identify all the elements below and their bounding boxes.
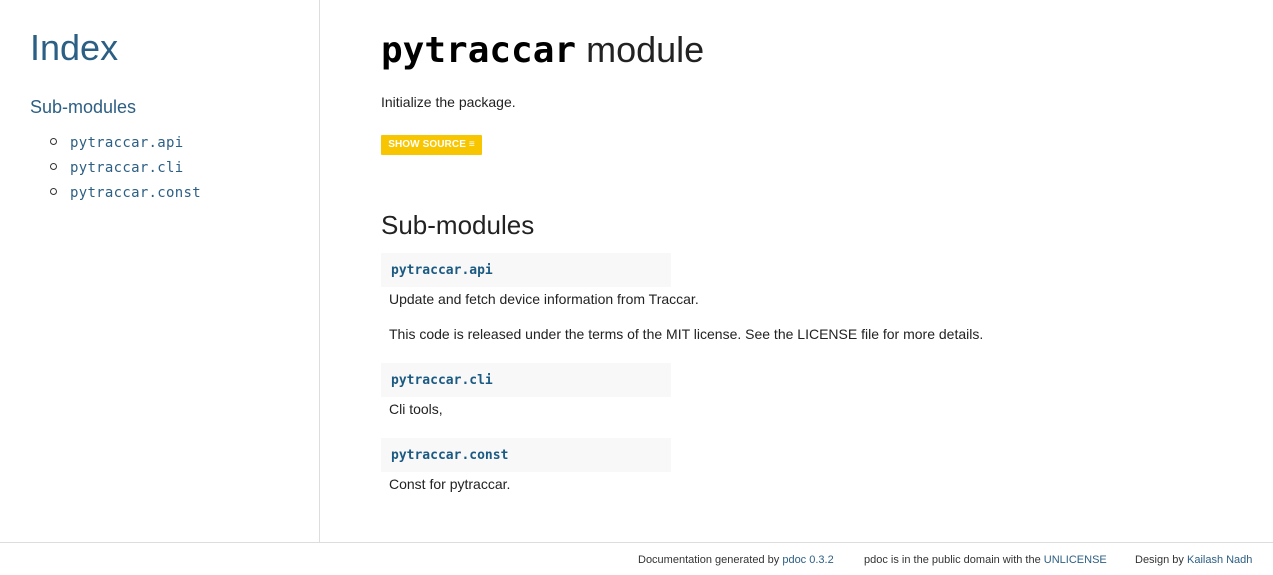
footer-license: pdoc is in the public domain with the UN… <box>864 554 1107 566</box>
footer-generated: Documentation generated by pdoc 0.3.2 <box>638 554 834 566</box>
sidebar-link-const[interactable]: pytraccar.const <box>70 185 201 201</box>
footer-generated-text: Documentation generated by <box>638 554 783 566</box>
footer-license-text: pdoc is in the public domain with the <box>864 554 1044 566</box>
submodule-link-cli[interactable]: pytraccar.cli <box>391 373 493 388</box>
submodules-heading: Sub-modules <box>381 210 535 240</box>
footer-design-text: Design by <box>1135 554 1187 566</box>
sidebar-title: Index <box>30 27 119 68</box>
submodule-desc-cli: Cli tools, <box>389 401 443 417</box>
designer-link[interactable]: Kailash Nadh <box>1187 554 1252 566</box>
sidebar-item-cli: pytraccar.cli <box>50 155 201 180</box>
sidebar: Index Sub-modules pytraccar.api pytracca… <box>0 0 320 542</box>
pdoc-link[interactable]: pdoc 0.3.2 <box>782 554 833 566</box>
submodule-name-const: pytraccar.const <box>381 438 671 472</box>
unlicense-link[interactable]: UNLICENSE <box>1044 554 1107 566</box>
sidebar-item-api: pytraccar.api <box>50 130 201 155</box>
sidebar-link-cli[interactable]: pytraccar.cli <box>70 160 183 176</box>
submodule-name-api: pytraccar.api <box>381 253 671 287</box>
bullet-icon <box>50 163 57 170</box>
title-suffix: module <box>576 29 705 70</box>
bullet-icon <box>50 138 57 145</box>
module-name: pytraccar <box>381 30 577 71</box>
sidebar-section-heading: Sub-modules <box>30 97 137 117</box>
sidebar-link-api[interactable]: pytraccar.api <box>70 135 183 151</box>
submodule-link-const[interactable]: pytraccar.const <box>391 448 508 463</box>
bullet-icon <box>50 188 57 195</box>
module-description: Initialize the package. <box>381 94 516 110</box>
page-title: pytraccar module <box>381 28 704 73</box>
submodule-name-cli: pytraccar.cli <box>381 363 671 397</box>
footer: Documentation generated by pdoc 0.3.2 pd… <box>0 542 1273 575</box>
sidebar-item-const: pytraccar.const <box>50 180 201 205</box>
submodule-license-api: This code is released under the terms of… <box>389 326 984 342</box>
submodule-desc-const: Const for pytraccar. <box>389 476 511 492</box>
footer-design: Design by Kailash Nadh <box>1135 554 1252 566</box>
sidebar-submodule-list: pytraccar.api pytraccar.cli pytraccar.co… <box>50 130 201 205</box>
show-source-button[interactable]: SHOW SOURCE ≡ <box>381 135 482 155</box>
submodule-desc-api: Update and fetch device information from… <box>389 291 699 307</box>
submodule-link-api[interactable]: pytraccar.api <box>391 263 493 278</box>
